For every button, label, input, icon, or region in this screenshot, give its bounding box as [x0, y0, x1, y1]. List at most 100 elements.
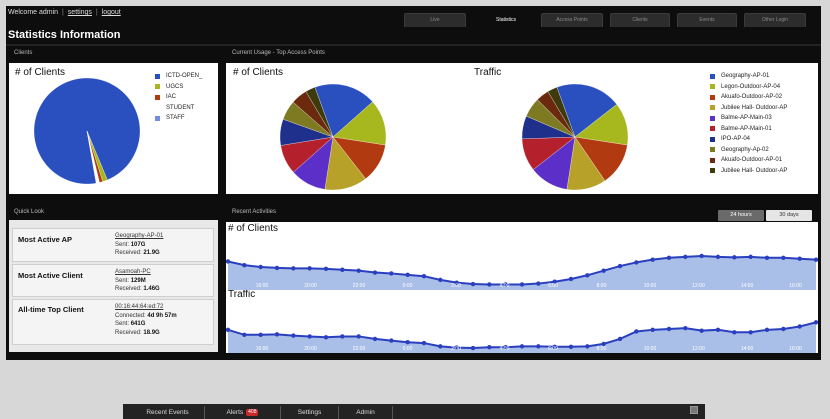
- range-24h-button[interactable]: 24 hours: [718, 210, 764, 221]
- nav-tab[interactable]: Clients: [610, 13, 670, 27]
- traffic-activity-point[interactable]: [797, 324, 802, 329]
- traffic-activity-point[interactable]: [666, 326, 672, 332]
- clients-activity-point[interactable]: [634, 260, 639, 265]
- clients-activity-point[interactable]: [421, 274, 427, 279]
- traffic-activity-point[interactable]: [764, 327, 770, 333]
- clients-activity-point[interactable]: [323, 266, 329, 272]
- stat-key: Received:: [115, 250, 142, 256]
- nav-tab[interactable]: Events: [677, 13, 737, 27]
- quicklook-values: Asamoah-PC Sent: 129M Received: 1.46G: [115, 268, 160, 294]
- traffic-activity-point[interactable]: [372, 336, 378, 342]
- quicklook-row: Most Active Client Asamoah-PC Sent: 129M Re…: [12, 264, 214, 297]
- legend-swatch: [155, 115, 160, 121]
- traffic-activity-x-tick: 16:00: [256, 346, 269, 352]
- clients-activity-point[interactable]: [242, 262, 247, 268]
- traffic-activity-point[interactable]: [323, 335, 329, 340]
- clients-activity-point[interactable]: [715, 254, 721, 260]
- traffic-activity-point[interactable]: [813, 320, 818, 325]
- nav-tab[interactable]: Live: [404, 13, 466, 27]
- traffic-activity-point[interactable]: [650, 327, 655, 333]
- traffic-activity-x-tick: 14:00: [741, 346, 754, 352]
- traffic-activity-point[interactable]: [683, 325, 688, 331]
- clients-activity-point[interactable]: [340, 267, 345, 272]
- clients-activity-point[interactable]: [389, 271, 394, 276]
- alerts-tab[interactable]: Alerts 408: [205, 406, 281, 419]
- nav-tab[interactable]: Statistics: [478, 13, 534, 27]
- admin-tab[interactable]: Admin: [339, 406, 393, 419]
- clients-activity-point[interactable]: [797, 256, 802, 261]
- traffic-activity-x-tick: 16:00: [789, 346, 802, 352]
- clients-activity-point[interactable]: [650, 257, 655, 262]
- clients-legend: ICTD-OPEN_ UGCS IAC STUDENT STAFF: [155, 71, 202, 124]
- clients-activity-point[interactable]: [666, 255, 672, 260]
- traffic-activity-point[interactable]: [617, 336, 623, 342]
- nav-tab[interactable]: Access Points: [541, 13, 603, 27]
- quicklook-link[interactable]: 00:16:44:64:ed:72: [115, 303, 177, 312]
- legend-label: Legon-Outdoor-AP-04: [721, 83, 781, 90]
- settings-link[interactable]: settings: [68, 9, 92, 16]
- traffic-activity-point[interactable]: [356, 334, 361, 339]
- clients-activity-point[interactable]: [781, 255, 786, 260]
- traffic-activity-point[interactable]: [291, 333, 296, 338]
- separator: |: [62, 9, 64, 16]
- traffic-activity-point[interactable]: [519, 344, 525, 349]
- traffic-activity-point[interactable]: [634, 329, 639, 334]
- nav-tab[interactable]: Other Login: [744, 13, 806, 27]
- traffic-activity-point[interactable]: [781, 326, 786, 332]
- traffic-activity-point[interactable]: [340, 334, 345, 339]
- clients-activity-point[interactable]: [258, 264, 263, 270]
- traffic-activity-point[interactable]: [242, 332, 247, 337]
- traffic-activity-point[interactable]: [307, 334, 312, 339]
- traffic-activity-point[interactable]: [258, 332, 263, 337]
- clients-activity-point[interactable]: [372, 270, 378, 275]
- clients-activity-point[interactable]: [356, 268, 361, 273]
- clients-activity-point[interactable]: [764, 255, 770, 260]
- clients-activity-point[interactable]: [732, 255, 737, 260]
- clients-activity-point[interactable]: [438, 277, 443, 283]
- range-30d-button[interactable]: 30 days: [766, 210, 812, 221]
- traffic-activity-point[interactable]: [748, 330, 753, 335]
- logout-link[interactable]: logout: [102, 9, 121, 16]
- clients-activity-point[interactable]: [617, 263, 623, 269]
- clients-activity-point[interactable]: [405, 272, 410, 278]
- traffic-activity-point[interactable]: [389, 338, 394, 343]
- traffic-activity-point[interactable]: [699, 328, 704, 333]
- traffic-activity-point[interactable]: [405, 340, 410, 345]
- clients-activity-point[interactable]: [585, 273, 590, 278]
- clients-activity-point[interactable]: [536, 281, 541, 286]
- clients-activity-point[interactable]: [470, 281, 476, 287]
- clients-activity-point[interactable]: [683, 254, 688, 260]
- clients-activity-point[interactable]: [748, 254, 753, 260]
- traffic-activity-point[interactable]: [585, 344, 590, 349]
- clients-activity-point[interactable]: [813, 257, 818, 262]
- traffic-activity-point[interactable]: [274, 332, 280, 337]
- menu-toggle-icon[interactable]: [690, 406, 698, 414]
- quicklook-link[interactable]: Asamoah-PC: [115, 268, 160, 277]
- traffic-activity-point[interactable]: [438, 344, 443, 349]
- recent-events-tab[interactable]: Recent Events: [131, 406, 205, 419]
- clients-activity-point[interactable]: [274, 265, 280, 271]
- quicklook-link[interactable]: Geography-AP-01: [115, 232, 163, 241]
- traffic-activity-point[interactable]: [487, 345, 492, 350]
- settings-tab[interactable]: Settings: [281, 406, 339, 419]
- traffic-activity-point[interactable]: [715, 327, 721, 333]
- traffic-activity-point[interactable]: [732, 330, 737, 335]
- clients-activity-point[interactable]: [291, 266, 296, 271]
- traffic-activity-point[interactable]: [536, 344, 541, 349]
- traffic-activity-point[interactable]: [226, 327, 231, 333]
- clients-activity-point[interactable]: [601, 268, 606, 273]
- legend-label: Geography-AP-01: [721, 73, 770, 80]
- traffic-activity-point[interactable]: [470, 345, 476, 351]
- traffic-activity-x-tick: 20:00: [304, 346, 317, 352]
- clients-activity-point[interactable]: [699, 253, 704, 259]
- clients-activity-point[interactable]: [487, 282, 492, 287]
- clients-activity-point[interactable]: [519, 282, 525, 287]
- top-bar: Welcome admin | settings | logout Live St…: [6, 6, 821, 28]
- traffic-activity-point[interactable]: [421, 340, 427, 346]
- legend-swatch: [710, 147, 715, 153]
- clients-activity-point[interactable]: [307, 266, 312, 271]
- clients-activity-point[interactable]: [226, 259, 231, 264]
- legend-entry: UGCS: [155, 82, 202, 93]
- traffic-activity-point[interactable]: [568, 344, 574, 349]
- clients-activity-point[interactable]: [568, 276, 574, 282]
